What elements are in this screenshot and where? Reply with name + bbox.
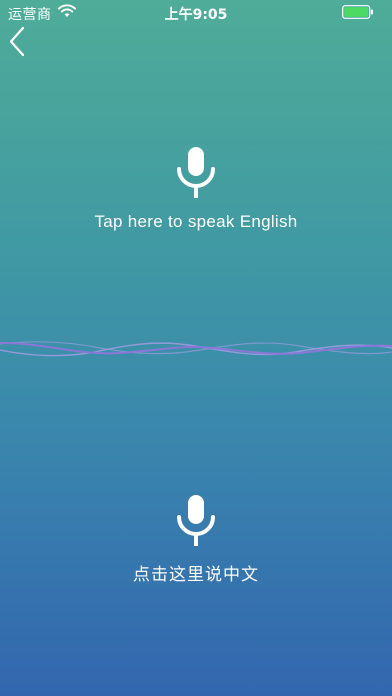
battery-icon (342, 5, 373, 19)
wave-line-primary (0, 341, 392, 355)
chevron-left-icon (9, 26, 25, 57)
sound-wave-graphic (0, 341, 392, 357)
speak-chinese-label: 点击这里说中文 (133, 565, 259, 585)
speak-english-button[interactable]: Tap here to speak English (0, 146, 392, 232)
speak-english-label: Tap here to speak English (94, 212, 298, 231)
microphone-icon (177, 147, 215, 198)
status-bar: 运营商 上午9:05 (0, 0, 392, 24)
voice-translate-screen: 运营商 上午9:05 Tap here to speak English 点击这… (0, 0, 392, 696)
status-time: 上午9:05 (164, 7, 228, 23)
microphone-icon (177, 495, 215, 546)
back-button[interactable] (4, 26, 32, 58)
speak-chinese-button[interactable]: 点击这里说中文 (0, 494, 392, 585)
